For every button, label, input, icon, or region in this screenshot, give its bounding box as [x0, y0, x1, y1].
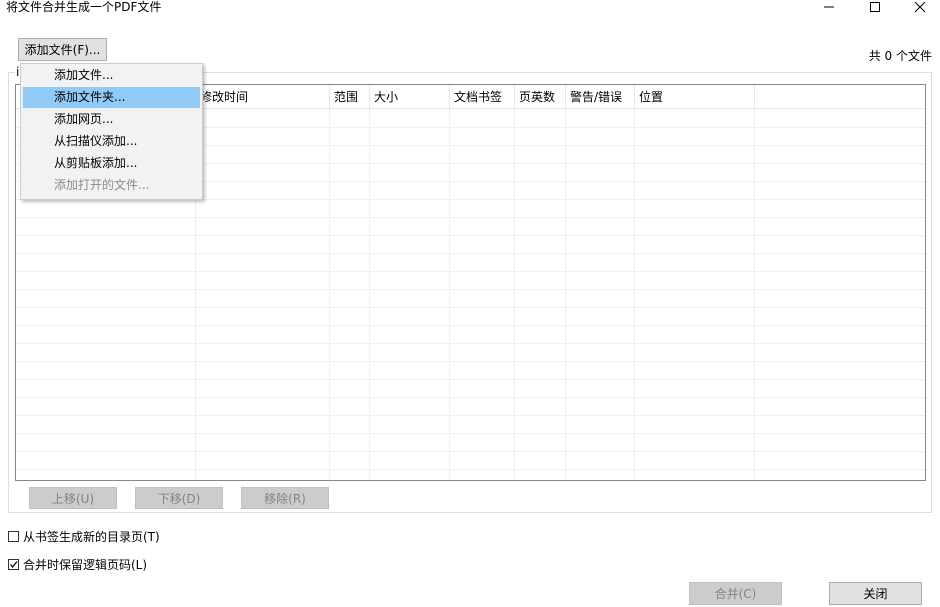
grid-row-line: [16, 271, 925, 272]
bookmark-toc-checkbox[interactable]: [8, 531, 19, 542]
grid-column-line: [449, 109, 450, 480]
bookmark-toc-option[interactable]: 从书签生成新的目录页(T): [8, 528, 160, 545]
grid-column-line: [329, 109, 330, 480]
column-header-size[interactable]: 大小: [370, 85, 450, 109]
menu-item-add-from-scanner[interactable]: 从扫描仪添加...: [23, 131, 200, 152]
column-header-range[interactable]: 范围: [330, 85, 370, 109]
close-icon: [915, 2, 925, 12]
window-title: 将文件合并生成一个PDF文件: [6, 0, 162, 14]
minimize-button[interactable]: [806, 0, 852, 14]
maximize-icon: [870, 2, 880, 12]
checkmark-icon: [9, 561, 18, 569]
grid-row-line: [16, 289, 925, 290]
add-file-button[interactable]: 添加文件(F)...: [18, 38, 107, 61]
title-bar: 将文件合并生成一个PDF文件: [0, 0, 940, 14]
grid-row-line: [16, 397, 925, 398]
grid-row-line: [16, 433, 925, 434]
add-file-dropdown-menu: 添加文件... 添加文件夹... 添加网页... 从扫描仪添加... 从剪贴板添…: [20, 63, 203, 200]
keep-logical-page-option[interactable]: 合并时保留逻辑页码(L): [8, 556, 147, 573]
grid-row-line: [16, 217, 925, 218]
keep-logical-page-label: 合并时保留逻辑页码(L): [23, 558, 148, 572]
menu-item-add-folder[interactable]: 添加文件夹...: [23, 87, 200, 108]
grid-row-line: [16, 415, 925, 416]
move-up-button[interactable]: 上移(U): [29, 487, 117, 509]
menu-item-add-from-clipboard[interactable]: 从剪贴板添加...: [23, 153, 200, 174]
merge-button[interactable]: 合并(C): [689, 582, 782, 605]
menu-item-add-open-files: 添加打开的文件...: [54, 178, 150, 192]
grid-column-line: [369, 109, 370, 480]
remove-button[interactable]: 移除(R): [241, 487, 329, 509]
menu-item-add-file[interactable]: 添加文件...: [23, 65, 200, 86]
grid-row-line: [16, 469, 925, 470]
column-header-bookmarks[interactable]: 文档书签: [450, 85, 515, 109]
grid-row-line: [16, 325, 925, 326]
grid-row-line: [16, 451, 925, 452]
grid-row-line: [16, 361, 925, 362]
grid-row-line: [16, 307, 925, 308]
move-down-button[interactable]: 下移(D): [135, 487, 223, 509]
close-button[interactable]: 关闭: [829, 582, 922, 605]
grid-row-line: [16, 343, 925, 344]
column-header-location[interactable]: 位置: [635, 85, 755, 109]
column-header-warnings[interactable]: 警告/错误: [566, 85, 635, 109]
grid-column-line: [754, 109, 755, 480]
close-window-button[interactable]: [897, 0, 940, 14]
grid-row-line: [16, 379, 925, 380]
grid-row-line: [16, 253, 925, 254]
minimize-icon: [824, 6, 834, 8]
bookmark-toc-label: 从书签生成新的目录页(T): [23, 530, 160, 544]
keep-logical-page-checkbox[interactable]: [8, 559, 19, 570]
maximize-button[interactable]: [852, 0, 898, 14]
column-header-modified[interactable]: 修改时间: [196, 85, 330, 109]
grid-column-line: [514, 109, 515, 480]
menu-item-add-webpage[interactable]: 添加网页...: [23, 109, 200, 130]
file-count: 共 0 个文件: [868, 49, 932, 63]
column-header-pages[interactable]: 页英数: [515, 85, 566, 109]
grid-column-line: [565, 109, 566, 480]
grid-column-line: [634, 109, 635, 480]
grid-row-line: [16, 235, 925, 236]
